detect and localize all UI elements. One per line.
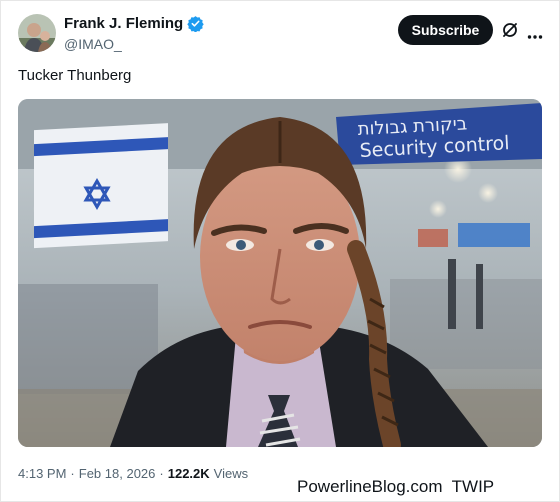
meta-separator: · [159,466,164,481]
author-name-row[interactable]: Frank J. Fleming [64,15,204,33]
watermark-text: PowerlineBlog.com TWIP [297,477,495,496]
views-label: Views [213,466,249,481]
flag-image [34,123,168,249]
verified-badge-icon [187,15,204,33]
more-options-icon[interactable] [527,27,543,39]
views-count: 122.2K [167,466,210,481]
tweet-media-image[interactable]: ביקורת גבולות Security control [18,99,542,447]
grok-icon[interactable] [501,21,519,39]
author-handle[interactable]: @IMAO_ [64,36,122,52]
subscribe-button[interactable]: Subscribe [398,15,493,45]
avatar[interactable] [18,14,56,52]
tweet-meta: 4:13 PM · Feb 18, 2026 · 122.2K Views [18,466,248,481]
author-name[interactable]: Frank J. Fleming [64,15,183,32]
tweet-card: Frank J. Fleming @IMAO_ Subscribe Tucker… [0,0,560,502]
tweet-text: Tucker Thunberg [18,67,132,84]
meta-separator: · [70,466,75,481]
tweet-date[interactable]: Feb 18, 2026 [79,466,156,481]
tweet-time[interactable]: 4:13 PM [18,466,66,481]
